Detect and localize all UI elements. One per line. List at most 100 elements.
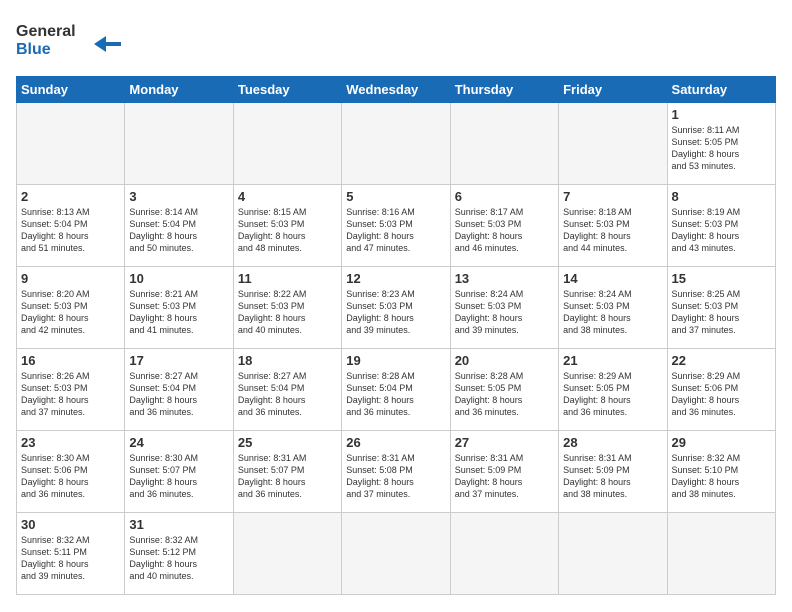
day-info: Sunrise: 8:26 AM Sunset: 5:03 PM Dayligh… [21,370,120,419]
calendar-day-cell: 29 Sunrise: 8:32 AM Sunset: 5:10 PM Dayli… [667,431,775,513]
svg-text:Blue: Blue [16,41,51,58]
calendar-day-cell [233,103,341,185]
calendar-day-cell [450,513,558,595]
calendar-day-cell: 24 Sunrise: 8:30 AM Sunset: 5:07 PM Dayli… [125,431,233,513]
day-number: 20 [455,353,554,368]
calendar-day-cell [17,103,125,185]
day-number: 30 [21,517,120,532]
day-number: 22 [672,353,771,368]
day-number: 12 [346,271,445,286]
day-info: Sunrise: 8:27 AM Sunset: 5:04 PM Dayligh… [129,370,228,419]
day-info: Sunrise: 8:32 AM Sunset: 5:10 PM Dayligh… [672,452,771,501]
calendar-day-cell [667,513,775,595]
calendar-week-row: 23Sunrise: 8:30 AM Sunset: 5:06 PM Dayli… [17,431,776,513]
day-number: 26 [346,435,445,450]
calendar-day-cell: 15 Sunrise: 8:25 AM Sunset: 5:03 PM Dayli… [667,267,775,349]
day-info: Sunrise: 8:14 AM Sunset: 5:04 PM Dayligh… [129,206,228,255]
calendar-day-cell: 19Sunrise: 8:28 AM Sunset: 5:04 PM Dayli… [342,349,450,431]
weekday-header-row: SundayMondayTuesdayWednesdayThursdayFrid… [17,77,776,103]
calendar-day-cell: 11Sunrise: 8:22 AM Sunset: 5:03 PM Dayli… [233,267,341,349]
day-info: Sunrise: 8:19 AM Sunset: 5:03 PM Dayligh… [672,206,771,255]
day-number: 15 [672,271,771,286]
page: General Blue SundayMondayTuesdayWednesda… [0,0,792,612]
day-info: Sunrise: 8:13 AM Sunset: 5:04 PM Dayligh… [21,206,120,255]
calendar-day-cell: 6Sunrise: 8:17 AM Sunset: 5:03 PM Daylig… [450,185,558,267]
calendar-day-cell: 10Sunrise: 8:21 AM Sunset: 5:03 PM Dayli… [125,267,233,349]
calendar-day-cell: 31Sunrise: 8:32 AM Sunset: 5:12 PM Dayli… [125,513,233,595]
calendar-week-row: 16Sunrise: 8:26 AM Sunset: 5:03 PM Dayli… [17,349,776,431]
calendar-day-cell: 23Sunrise: 8:30 AM Sunset: 5:06 PM Dayli… [17,431,125,513]
calendar-day-cell: 28Sunrise: 8:31 AM Sunset: 5:09 PM Dayli… [559,431,667,513]
day-number: 13 [455,271,554,286]
day-info: Sunrise: 8:21 AM Sunset: 5:03 PM Dayligh… [129,288,228,337]
day-number: 9 [21,271,120,286]
day-info: Sunrise: 8:32 AM Sunset: 5:12 PM Dayligh… [129,534,228,583]
day-info: Sunrise: 8:15 AM Sunset: 5:03 PM Dayligh… [238,206,337,255]
calendar-week-row: 30 Sunrise: 8:32 AM Sunset: 5:11 PM Dayli… [17,513,776,595]
calendar-week-row: 2 Sunrise: 8:13 AM Sunset: 5:04 PM Daylig… [17,185,776,267]
day-number: 24 [129,435,228,450]
day-info: Sunrise: 8:30 AM Sunset: 5:07 PM Dayligh… [129,452,228,501]
calendar-day-cell: 9Sunrise: 8:20 AM Sunset: 5:03 PM Daylig… [17,267,125,349]
day-info: Sunrise: 8:31 AM Sunset: 5:08 PM Dayligh… [346,452,445,501]
calendar-day-cell: 3 Sunrise: 8:14 AM Sunset: 5:04 PM Daylig… [125,185,233,267]
day-info: Sunrise: 8:23 AM Sunset: 5:03 PM Dayligh… [346,288,445,337]
calendar-day-cell: 7Sunrise: 8:18 AM Sunset: 5:03 PM Daylig… [559,185,667,267]
day-info: Sunrise: 8:27 AM Sunset: 5:04 PM Dayligh… [238,370,337,419]
day-info: Sunrise: 8:16 AM Sunset: 5:03 PM Dayligh… [346,206,445,255]
calendar-day-cell [233,513,341,595]
day-number: 17 [129,353,228,368]
calendar-day-cell [559,103,667,185]
day-number: 18 [238,353,337,368]
day-number: 3 [129,189,228,204]
calendar-day-cell: 13Sunrise: 8:24 AM Sunset: 5:03 PM Dayli… [450,267,558,349]
calendar-day-cell: 14 Sunrise: 8:24 AM Sunset: 5:03 PM Dayli… [559,267,667,349]
day-info: Sunrise: 8:11 AM Sunset: 5:05 PM Dayligh… [672,124,771,173]
weekday-header-thursday: Thursday [450,77,558,103]
day-number: 21 [563,353,662,368]
weekday-header-friday: Friday [559,77,667,103]
day-info: Sunrise: 8:32 AM Sunset: 5:11 PM Dayligh… [21,534,120,583]
calendar-day-cell: 26 Sunrise: 8:31 AM Sunset: 5:08 PM Dayli… [342,431,450,513]
calendar-day-cell: 2 Sunrise: 8:13 AM Sunset: 5:04 PM Daylig… [17,185,125,267]
day-info: Sunrise: 8:30 AM Sunset: 5:06 PM Dayligh… [21,452,120,501]
day-number: 2 [21,189,120,204]
weekday-header-monday: Monday [125,77,233,103]
day-info: Sunrise: 8:28 AM Sunset: 5:05 PM Dayligh… [455,370,554,419]
calendar-day-cell: 18 Sunrise: 8:27 AM Sunset: 5:04 PM Dayli… [233,349,341,431]
calendar-day-cell: 12 Sunrise: 8:23 AM Sunset: 5:03 PM Dayli… [342,267,450,349]
calendar-day-cell: 4Sunrise: 8:15 AM Sunset: 5:03 PM Daylig… [233,185,341,267]
calendar-week-row: 9Sunrise: 8:20 AM Sunset: 5:03 PM Daylig… [17,267,776,349]
calendar-day-cell [559,513,667,595]
logo-text: General Blue [16,16,126,66]
calendar-day-cell [125,103,233,185]
calendar-day-cell: 1 Sunrise: 8:11 AM Sunset: 5:05 PM Daylig… [667,103,775,185]
weekday-header-tuesday: Tuesday [233,77,341,103]
calendar-week-row: 1 Sunrise: 8:11 AM Sunset: 5:05 PM Daylig… [17,103,776,185]
calendar-day-cell: 22Sunrise: 8:29 AM Sunset: 5:06 PM Dayli… [667,349,775,431]
day-info: Sunrise: 8:28 AM Sunset: 5:04 PM Dayligh… [346,370,445,419]
weekday-header-saturday: Saturday [667,77,775,103]
day-info: Sunrise: 8:31 AM Sunset: 5:07 PM Dayligh… [238,452,337,501]
header: General Blue [16,16,776,66]
calendar-day-cell: 20 Sunrise: 8:28 AM Sunset: 5:05 PM Dayli… [450,349,558,431]
day-info: Sunrise: 8:22 AM Sunset: 5:03 PM Dayligh… [238,288,337,337]
day-number: 5 [346,189,445,204]
day-info: Sunrise: 8:18 AM Sunset: 5:03 PM Dayligh… [563,206,662,255]
day-number: 27 [455,435,554,450]
day-info: Sunrise: 8:17 AM Sunset: 5:03 PM Dayligh… [455,206,554,255]
day-info: Sunrise: 8:24 AM Sunset: 5:03 PM Dayligh… [563,288,662,337]
calendar-day-cell [450,103,558,185]
calendar-day-cell: 27 Sunrise: 8:31 AM Sunset: 5:09 PM Dayli… [450,431,558,513]
calendar-day-cell: 21 Sunrise: 8:29 AM Sunset: 5:05 PM Dayli… [559,349,667,431]
day-info: Sunrise: 8:31 AM Sunset: 5:09 PM Dayligh… [563,452,662,501]
weekday-header-sunday: Sunday [17,77,125,103]
day-number: 14 [563,271,662,286]
day-info: Sunrise: 8:25 AM Sunset: 5:03 PM Dayligh… [672,288,771,337]
day-info: Sunrise: 8:31 AM Sunset: 5:09 PM Dayligh… [455,452,554,501]
calendar-day-cell [342,103,450,185]
day-number: 8 [672,189,771,204]
day-info: Sunrise: 8:29 AM Sunset: 5:05 PM Dayligh… [563,370,662,419]
day-number: 1 [672,107,771,122]
day-number: 29 [672,435,771,450]
